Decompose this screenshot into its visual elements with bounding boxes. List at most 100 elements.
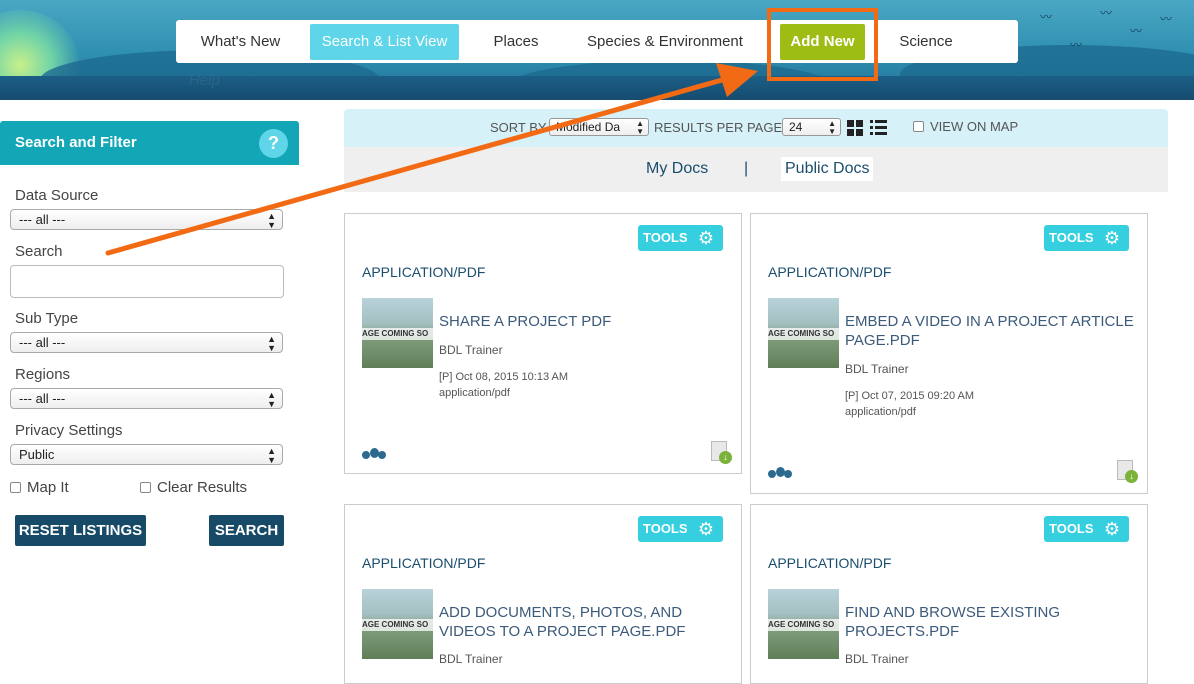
- main-nav: What's New Search & List View Places Spe…: [176, 20, 1018, 63]
- data-source-select[interactable]: --- all --- ▲ ▼: [10, 209, 283, 230]
- data-source-label: Data Source: [15, 187, 99, 204]
- thumbnail-placeholder-text: AGE COMING SO: [768, 328, 839, 340]
- doc-title[interactable]: EMBED A VIDEO IN A PROJECT ARTICLE PAGE.…: [845, 312, 1135, 350]
- list-view-icon[interactable]: [870, 120, 887, 136]
- doc-type: APPLICATION/PDF: [362, 555, 486, 571]
- doc-thumbnail[interactable]: AGE COMING SO: [362, 298, 433, 368]
- nav-species-environment[interactable]: Species & Environment: [576, 24, 754, 60]
- doc-type: APPLICATION/PDF: [768, 264, 892, 280]
- gear-icon: ⚙: [1103, 519, 1120, 539]
- search-label: Search: [15, 243, 63, 260]
- doc-title[interactable]: FIND AND BROWSE EXISTING PROJECTS.PDF: [845, 603, 1135, 641]
- doc-author: BDL Trainer: [439, 652, 503, 666]
- gear-icon: ⚙: [1103, 228, 1120, 248]
- select-arrows-icon: ▲ ▼: [636, 119, 644, 136]
- download-icon[interactable]: ↓: [711, 441, 733, 465]
- privacy-settings-label: Privacy Settings: [15, 422, 123, 439]
- sub-type-select[interactable]: --- all --- ▲ ▼: [10, 332, 283, 353]
- doc-card[interactable]: TOOLS ⚙ APPLICATION/PDF AGE COMING SO FIN…: [750, 504, 1148, 684]
- doc-author: BDL Trainer: [439, 343, 503, 357]
- regions-select[interactable]: --- all --- ▲ ▼: [10, 388, 283, 409]
- data-source-value: --- all ---: [19, 212, 66, 227]
- tools-label: TOOLS: [643, 230, 688, 245]
- tools-label: TOOLS: [643, 521, 688, 536]
- search-filter-panel: Search and Filter ? Data Source --- all …: [0, 121, 299, 551]
- search-button[interactable]: SEARCH: [209, 515, 284, 546]
- users-icon: [768, 465, 792, 479]
- privacy-settings-value: Public: [19, 447, 55, 462]
- results-per-page-label: RESULTS PER PAGE: [654, 120, 783, 135]
- doc-card[interactable]: TOOLS ⚙ APPLICATION/PDF AGE COMING SO ADD…: [344, 504, 742, 684]
- bird-icon: 〰: [1070, 38, 1083, 52]
- tools-button[interactable]: TOOLS ⚙: [638, 225, 723, 251]
- nav-science[interactable]: Science: [890, 24, 962, 60]
- banner-land: [0, 76, 1194, 100]
- download-icon[interactable]: ↓: [1117, 460, 1139, 484]
- sidebar-header: Search and Filter ?: [0, 121, 299, 165]
- tools-label: TOOLS: [1049, 521, 1094, 536]
- select-arrows-icon: ▲ ▼: [267, 334, 276, 353]
- results-per-page-select[interactable]: 24 ▲ ▼: [782, 118, 841, 136]
- sort-by-value: Modified Da: [556, 120, 621, 134]
- nav-help[interactable]: Help: [189, 72, 220, 89]
- select-arrows-icon: ▲ ▼: [267, 446, 276, 465]
- nav-search-list-view[interactable]: Search & List View: [310, 24, 459, 60]
- doc-type: APPLICATION/PDF: [768, 555, 892, 571]
- regions-value: --- all ---: [19, 391, 66, 406]
- view-on-map-label: VIEW ON MAP: [930, 119, 1019, 134]
- grid-view-icon[interactable]: [847, 120, 863, 136]
- tab-separator: |: [744, 160, 749, 177]
- tab-public-docs[interactable]: Public Docs: [781, 157, 874, 181]
- question-icon[interactable]: ?: [259, 129, 288, 158]
- map-it-label: Map It: [27, 479, 69, 496]
- doc-card[interactable]: TOOLS ⚙ APPLICATION/PDF AGE COMING SO EMB…: [750, 213, 1148, 494]
- reset-listings-button[interactable]: RESET LISTINGS: [15, 515, 146, 546]
- doc-author: BDL Trainer: [845, 362, 909, 376]
- nav-places[interactable]: Places: [476, 24, 556, 60]
- tab-my-docs[interactable]: My Docs: [642, 157, 712, 181]
- thumbnail-placeholder-text: AGE COMING SO: [362, 328, 433, 340]
- thumbnail-placeholder-text: AGE COMING SO: [362, 619, 433, 631]
- tools-label: TOOLS: [1049, 230, 1094, 245]
- doc-title[interactable]: SHARE A PROJECT PDF: [439, 312, 729, 331]
- doc-date: [P] Oct 07, 2015 09:20 AM: [845, 390, 975, 402]
- doc-thumbnail[interactable]: AGE COMING SO: [362, 589, 433, 659]
- doc-author: BDL Trainer: [845, 652, 909, 666]
- doc-tabs: My Docs | Public Docs: [344, 147, 1168, 192]
- doc-thumbnail[interactable]: AGE COMING SO: [768, 589, 839, 659]
- tools-button[interactable]: TOOLS ⚙: [1044, 516, 1129, 542]
- doc-card[interactable]: TOOLS ⚙ APPLICATION/PDF AGE COMING SO SHA…: [344, 213, 742, 474]
- clear-results-checkbox[interactable]: Clear Results: [140, 479, 247, 496]
- privacy-settings-select[interactable]: Public ▲ ▼: [10, 444, 283, 465]
- sort-by-select[interactable]: Modified Da ▲ ▼: [549, 118, 649, 136]
- doc-thumbnail[interactable]: AGE COMING SO: [768, 298, 839, 368]
- users-icon: [362, 446, 386, 460]
- select-arrows-icon: ▲ ▼: [267, 211, 276, 230]
- annotation-highlight-box: [767, 8, 878, 81]
- doc-mime: application/pdf: [845, 406, 916, 418]
- bird-icon: 〰: [1040, 10, 1053, 24]
- select-arrows-icon: ▲ ▼: [267, 390, 276, 409]
- results-per-page-value: 24: [789, 120, 803, 134]
- thumbnail-placeholder-text: AGE COMING SO: [768, 619, 839, 631]
- checkbox-icon: [913, 121, 924, 132]
- doc-date: [P] Oct 08, 2015 10:13 AM: [439, 371, 569, 383]
- bird-icon: 〰: [1100, 6, 1113, 20]
- select-arrows-icon: ▲ ▼: [828, 119, 836, 136]
- doc-title[interactable]: ADD DOCUMENTS, PHOTOS, AND VIDEOS TO A P…: [439, 603, 729, 641]
- nav-whats-new[interactable]: What's New: [184, 24, 297, 60]
- sub-type-label: Sub Type: [15, 310, 79, 327]
- bird-icon: 〰: [1160, 12, 1173, 26]
- sub-type-value: --- all ---: [19, 335, 66, 350]
- tools-button[interactable]: TOOLS ⚙: [1044, 225, 1129, 251]
- search-input[interactable]: [10, 265, 284, 298]
- bird-icon: 〰: [1130, 24, 1143, 38]
- checkbox-icon: [140, 482, 151, 493]
- doc-type: APPLICATION/PDF: [362, 264, 486, 280]
- tools-button[interactable]: TOOLS ⚙: [638, 516, 723, 542]
- view-on-map-checkbox[interactable]: VIEW ON MAP: [913, 119, 1018, 134]
- sidebar-title: Search and Filter: [15, 134, 137, 151]
- checkbox-icon: [10, 482, 21, 493]
- map-it-checkbox[interactable]: Map It: [10, 479, 69, 496]
- gear-icon: ⚙: [697, 519, 714, 539]
